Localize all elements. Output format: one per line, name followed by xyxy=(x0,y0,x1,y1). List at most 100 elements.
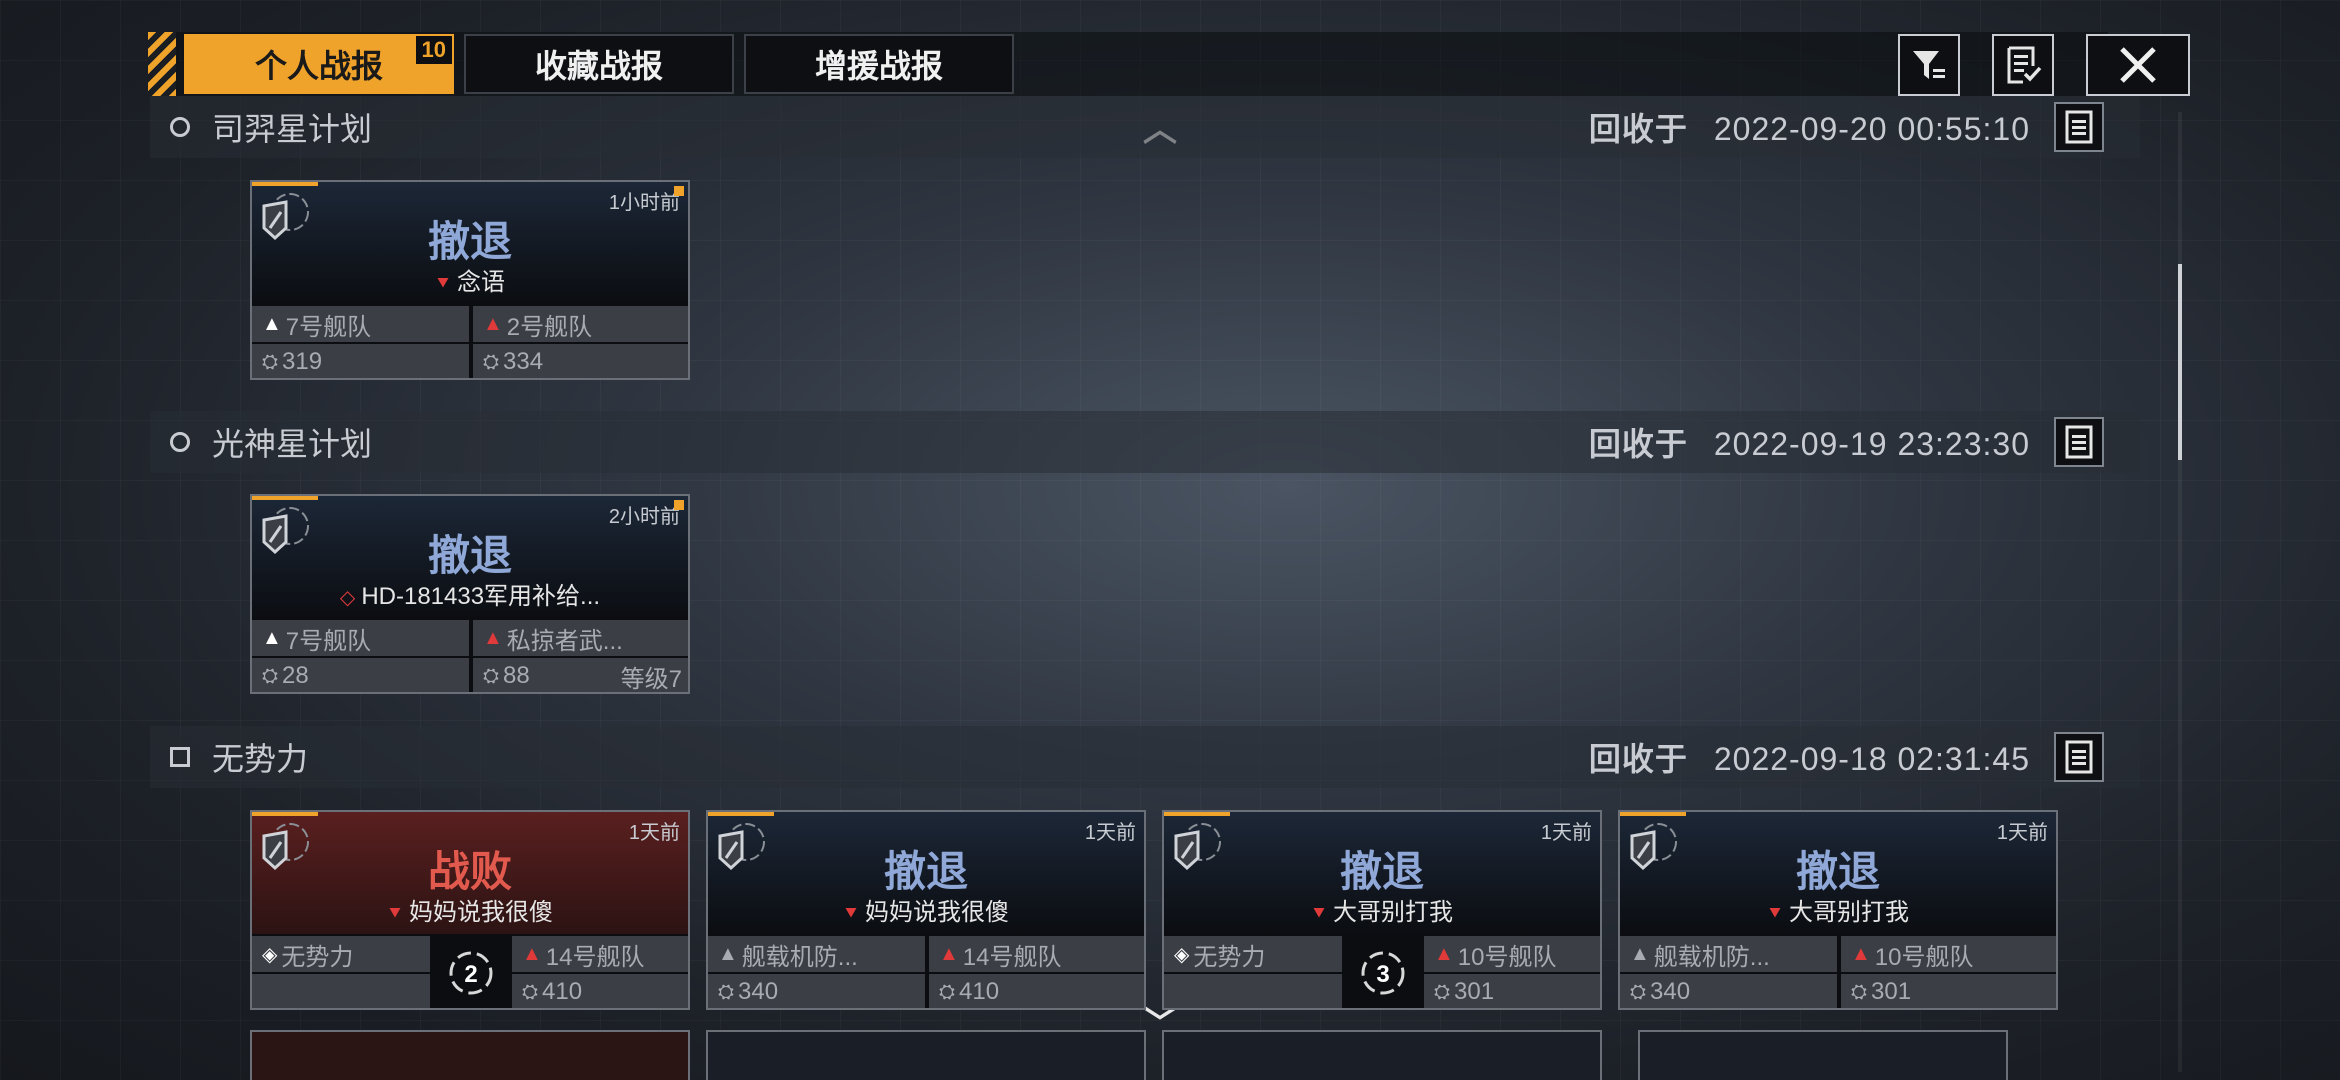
battle-report-card[interactable]: 1天前 撤退 ⯆ 大哥别打我 ▲ 舰载机防... ▲ 10号舰队 ⛭ 340 ⛭ 301 xyxy=(1618,810,2058,1010)
target-name: 大哥别打我 xyxy=(1789,899,1909,926)
new-marker xyxy=(674,186,684,196)
report-detail-button[interactable] xyxy=(2054,102,2104,152)
report-detail-button[interactable] xyxy=(2054,417,2104,467)
report-detail-button[interactable] xyxy=(2054,732,2104,782)
power-value: 301 xyxy=(1454,978,1495,1005)
document-icon xyxy=(2065,740,2093,774)
filter-button[interactable] xyxy=(1898,34,1960,96)
left-fleet: ▲ 7号舰队 xyxy=(252,620,469,656)
fleet-name: 14号舰队 xyxy=(545,943,645,971)
fleet-name: 无势力 xyxy=(1193,943,1266,971)
ally-chevron-icon: ▲ xyxy=(718,942,738,965)
tab-label: 增援战报 xyxy=(814,48,943,84)
fleet-name: 14号舰队 xyxy=(962,943,1062,971)
section-header[interactable]: 司羿星计划 回收于 2022-09-20 00:55:10 xyxy=(150,96,2140,158)
scrollbar[interactable] xyxy=(2178,112,2182,1072)
battle-target: ◇ HD-181433军用补给... xyxy=(252,576,688,611)
power-value: 301 xyxy=(1871,978,1912,1005)
power-icon: ⛭ xyxy=(522,980,538,1003)
fleet-name: 10号舰队 xyxy=(1457,943,1557,971)
battle-report-card[interactable]: 1天前 战败 ⯆ 妈妈说我很傻 ◈ 无势力 ▲ 14号舰队 ⛭ 410 2 xyxy=(250,810,690,1010)
battle-result: 撤退 xyxy=(427,218,512,265)
card-accent xyxy=(252,496,318,500)
recycle-info: 回收于 2022-09-20 00:55:10 xyxy=(1589,104,2030,150)
radio-icon[interactable] xyxy=(170,432,190,452)
fleet-name: 舰载机防... xyxy=(741,943,858,971)
round-badge-icon: 2 xyxy=(449,951,493,995)
neutral-diamond-icon: ◈ xyxy=(262,943,278,966)
power-value: 340 xyxy=(1650,978,1691,1005)
section-title: 无势力 xyxy=(212,741,309,777)
hazard-stripe xyxy=(148,32,176,96)
ally-chevron-icon: ▲ xyxy=(1630,942,1650,965)
power-icon: ⛭ xyxy=(1434,980,1450,1003)
power-value: 88 xyxy=(503,662,530,689)
card-accent xyxy=(252,182,318,186)
target-name: 妈妈说我很傻 xyxy=(409,899,553,926)
tab-personal-reports[interactable]: 个人战报 10 xyxy=(184,34,454,94)
card-accent xyxy=(1164,812,1230,816)
battle-report-card[interactable]: 1天前 撤退 ⯆ 大哥别打我 ◈ 无势力 ▲ 10号舰队 ⛭ 301 3 xyxy=(1162,810,1602,1010)
left-power: ⛭ 319 xyxy=(252,344,469,378)
fleet-name: 私掠者武... xyxy=(506,627,623,655)
target-name: 妈妈说我很傻 xyxy=(865,899,1009,926)
fleet-name: 7号舰队 xyxy=(285,627,372,655)
tab-favorite-reports[interactable]: 收藏战报 xyxy=(464,34,734,94)
recycle-label: 回收于 xyxy=(1588,111,1688,147)
right-power: ⛭ 334 xyxy=(473,344,688,378)
tab-label: 个人战报 xyxy=(254,48,383,84)
target-icon: ⯆ xyxy=(843,903,859,925)
power-value: 28 xyxy=(282,662,309,689)
recycle-time: 2022-09-19 23:23:30 xyxy=(1713,426,2030,462)
filter-icon xyxy=(1913,51,1945,79)
right-fleet: ▲ 14号舰队 xyxy=(512,936,688,972)
scrollbar-thumb[interactable] xyxy=(2178,264,2182,460)
fleet-name: 无势力 xyxy=(281,943,354,971)
card-accent xyxy=(252,812,318,816)
target-icon: ⯆ xyxy=(387,903,403,925)
battle-report-card[interactable] xyxy=(1162,1030,1602,1080)
right-fleet: ▲ 私掠者武... xyxy=(473,620,688,656)
battle-target: ⯆ 大哥别打我 xyxy=(1164,892,1600,927)
battle-report-card[interactable] xyxy=(250,1030,690,1080)
battle-result: 撤退 xyxy=(883,848,968,895)
neutral-diamond-icon: ◈ xyxy=(1174,943,1190,966)
target-name: HD-181433军用补给... xyxy=(361,583,601,610)
battle-report-card[interactable]: 1小时前 撤退 ⯆ 念语 ▲ 7号舰队 ▲ 2号舰队 ⛭ 319 ⛭ 334 xyxy=(250,180,690,380)
target-icon: ⯆ xyxy=(435,273,451,295)
radio-icon[interactable] xyxy=(170,117,190,137)
battle-report-card[interactable] xyxy=(706,1030,1146,1080)
battle-report-card[interactable]: 2小时前 撤退 ◇ HD-181433军用补给... ▲ 7号舰队 ▲ 私掠者武...… xyxy=(250,494,690,694)
power-value: 340 xyxy=(738,978,779,1005)
left-fleet: ▲ 舰载机防... xyxy=(708,936,925,972)
battle-report-card[interactable] xyxy=(1638,1030,2008,1080)
battle-target: ⯆ 妈妈说我很傻 xyxy=(708,892,1144,927)
level-label: 等级7 xyxy=(620,665,682,693)
round-number: 2 xyxy=(464,961,477,988)
round-indicator: 3 xyxy=(1344,936,1422,1008)
battle-report-card[interactable]: 1天前 撤退 ⯆ 妈妈说我很傻 ▲ 舰载机防... ▲ 14号舰队 ⛭ 340 ⛭ 410 xyxy=(706,810,1146,1010)
tab-reinforce-reports[interactable]: 增援战报 xyxy=(744,34,1014,94)
battle-result: 撤退 xyxy=(1795,848,1880,895)
left-fleet: ◈ 无势力 xyxy=(252,936,430,972)
battle-result: 撤退 xyxy=(427,532,512,579)
fleet-name: 舰载机防... xyxy=(1653,943,1770,971)
ally-chevron-icon: ▲ xyxy=(262,312,282,335)
power-icon: ⛭ xyxy=(483,664,499,687)
close-button[interactable] xyxy=(2086,34,2190,96)
section-header[interactable]: 光神星计划 回收于 2022-09-19 23:23:30 xyxy=(150,411,2140,473)
fleet-name: 7号舰队 xyxy=(285,313,372,341)
left-power: ⛭ 340 xyxy=(708,974,925,1008)
right-fleet: ▲ 2号舰队 xyxy=(473,306,688,342)
enemy-chevron-icon: ▲ xyxy=(522,942,542,965)
target-name: 念语 xyxy=(457,269,505,296)
document-icon xyxy=(2065,425,2093,459)
power-icon: ⛭ xyxy=(939,980,955,1003)
batch-select-button[interactable] xyxy=(1992,34,2054,96)
checkbox-icon[interactable] xyxy=(170,747,190,767)
round-indicator: 2 xyxy=(432,936,510,1008)
section-title: 司羿星计划 xyxy=(212,111,373,147)
fleet-name: 10号舰队 xyxy=(1874,943,1974,971)
enemy-chevron-icon: ▲ xyxy=(1851,942,1871,965)
section-header[interactable]: 无势力 回收于 2022-09-18 02:31:45 xyxy=(150,726,2140,788)
